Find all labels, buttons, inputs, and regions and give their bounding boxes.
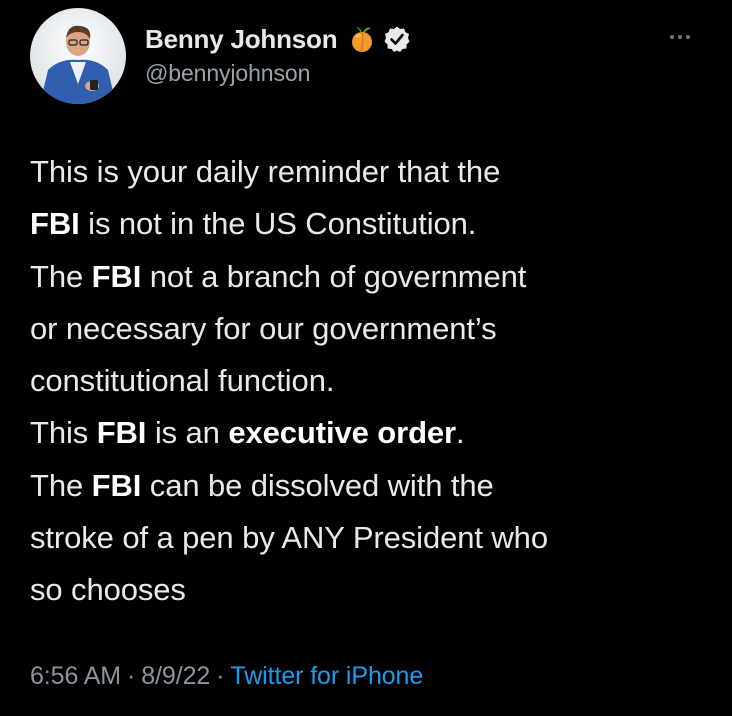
tweet-text-line: FBI is not in the US Constitution.: [30, 198, 710, 250]
verified-badge-icon: [383, 25, 411, 53]
bold-text: executive order: [228, 415, 457, 451]
tweet-meta: 6:56 AM · 8/9/22 · Twitter for iPhone: [30, 662, 423, 691]
bold-text: FBI: [96, 415, 147, 451]
more-options-icon[interactable]: [668, 30, 692, 42]
tweet-text-line: so chooses: [30, 564, 710, 616]
tweet-text-line: constitutional function.: [30, 355, 710, 407]
tweet-text-line: The FBI can be dissolved with the: [30, 460, 710, 512]
bold-text: FBI: [91, 467, 142, 503]
author-block[interactable]: Benny Johnson @bennyjohnson: [145, 22, 411, 87]
tweet-text-line: This FBI is an executive order.: [30, 407, 710, 459]
text-run: so chooses: [30, 572, 186, 608]
text-run: This: [30, 415, 97, 451]
bold-text: FBI: [91, 258, 142, 294]
handle[interactable]: @bennyjohnson: [145, 60, 411, 87]
tweet: Benny Johnson @bennyjohnson This is your…: [0, 0, 732, 716]
text-run: The: [30, 258, 92, 294]
text-run: .: [456, 415, 465, 451]
tweet-source-link[interactable]: Twitter for iPhone: [230, 662, 423, 690]
text-run: or necessary for our government’s: [30, 310, 497, 346]
tweet-text-line: or necessary for our government’s: [30, 303, 710, 355]
tweet-text-line: The FBI not a branch of government: [30, 251, 710, 303]
tweet-date[interactable]: 8/9/22: [141, 662, 210, 690]
text-run: is not in the US Constitution.: [79, 206, 477, 242]
bold-text: FBI: [30, 206, 80, 242]
peach-emoji-icon: [347, 24, 377, 54]
text-run: The: [30, 467, 92, 503]
meta-separator: ·: [127, 662, 136, 690]
tweet-time[interactable]: 6:56 AM: [30, 662, 121, 690]
avatar[interactable]: [30, 8, 126, 104]
display-name[interactable]: Benny Johnson: [145, 24, 338, 55]
tweet-text-line: This is your daily reminder that the: [30, 146, 710, 198]
text-run: stroke of a pen by ANY President who: [30, 520, 548, 556]
name-row: Benny Johnson: [145, 22, 411, 56]
avatar-image: [30, 8, 126, 104]
text-run: can be dissolved with the: [141, 467, 494, 503]
text-run: not a branch of government: [141, 258, 527, 294]
tweet-text-line: stroke of a pen by ANY President who: [30, 512, 710, 564]
tweet-text: This is your daily reminder that the FBI …: [30, 146, 710, 617]
text-run: constitutional function.: [30, 363, 335, 399]
text-run: is an: [146, 415, 229, 451]
text-run: This is your daily reminder that the: [30, 154, 501, 189]
meta-separator: ·: [216, 662, 225, 690]
